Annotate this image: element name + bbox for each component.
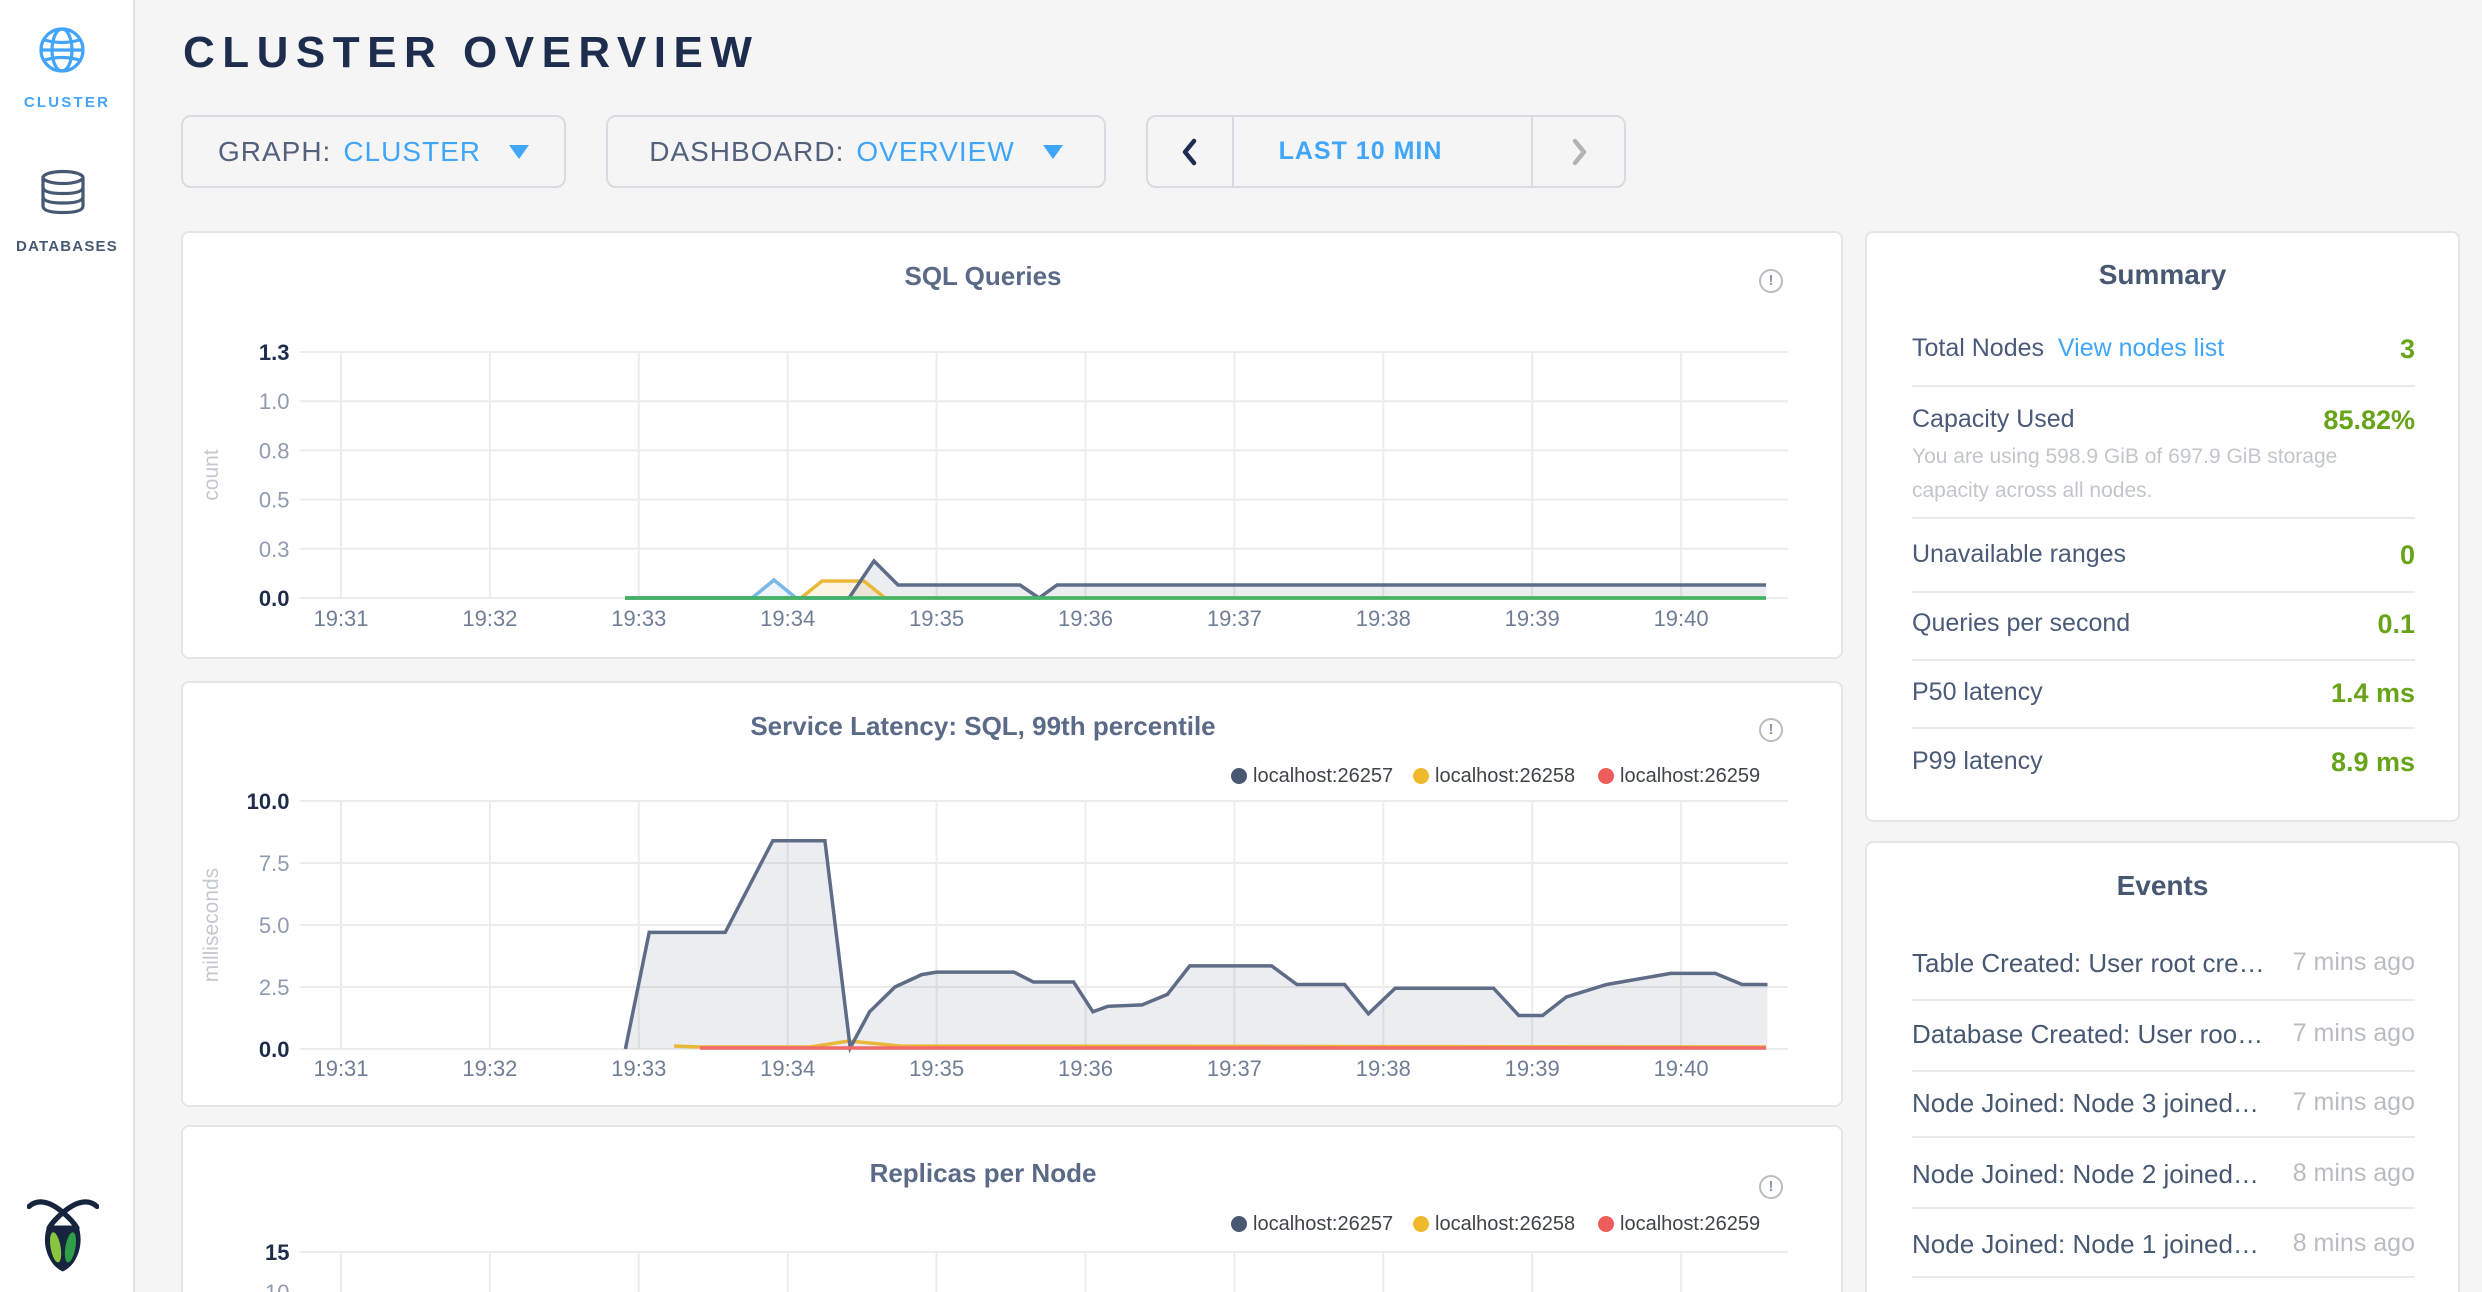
svg-text:5.0: 5.0 — [259, 913, 290, 938]
svg-text:0.8: 0.8 — [259, 438, 290, 463]
svg-text:15: 15 — [265, 1240, 289, 1265]
svg-text:19:32: 19:32 — [462, 606, 517, 631]
svg-text:1.3: 1.3 — [259, 340, 290, 365]
svg-text:19:33: 19:33 — [611, 1056, 666, 1081]
svg-text:19:38: 19:38 — [1356, 606, 1411, 631]
svg-text:2.5: 2.5 — [259, 975, 290, 1000]
svg-text:19:40: 19:40 — [1654, 606, 1709, 631]
svg-text:19:37: 19:37 — [1207, 1056, 1262, 1081]
svg-text:19:33: 19:33 — [611, 606, 666, 631]
svg-text:19:31: 19:31 — [313, 1056, 368, 1081]
svg-text:19:39: 19:39 — [1505, 1056, 1560, 1081]
svg-text:19:34: 19:34 — [760, 606, 815, 631]
svg-text:19:39: 19:39 — [1505, 606, 1560, 631]
svg-text:0.5: 0.5 — [259, 488, 290, 513]
svg-text:19:31: 19:31 — [313, 606, 368, 631]
svg-text:19:32: 19:32 — [462, 1056, 517, 1081]
svg-text:1.0: 1.0 — [259, 389, 290, 414]
svg-text:19:37: 19:37 — [1207, 606, 1262, 631]
svg-text:0.0: 0.0 — [259, 1037, 290, 1062]
svg-text:19:35: 19:35 — [909, 1056, 964, 1081]
svg-text:10: 10 — [265, 1280, 289, 1292]
svg-text:19:34: 19:34 — [760, 1056, 815, 1081]
svg-text:0.0: 0.0 — [259, 586, 290, 611]
svg-text:count: count — [200, 449, 223, 501]
svg-text:10.0: 10.0 — [247, 789, 290, 814]
svg-text:0.3: 0.3 — [259, 537, 290, 562]
svg-text:19:36: 19:36 — [1058, 1056, 1113, 1081]
svg-text:7.5: 7.5 — [259, 851, 290, 876]
svg-text:19:40: 19:40 — [1654, 1056, 1709, 1081]
svg-text:19:36: 19:36 — [1058, 606, 1113, 631]
svg-text:19:35: 19:35 — [909, 606, 964, 631]
svg-text:19:38: 19:38 — [1356, 1056, 1411, 1081]
svg-text:milliseconds: milliseconds — [200, 868, 223, 982]
